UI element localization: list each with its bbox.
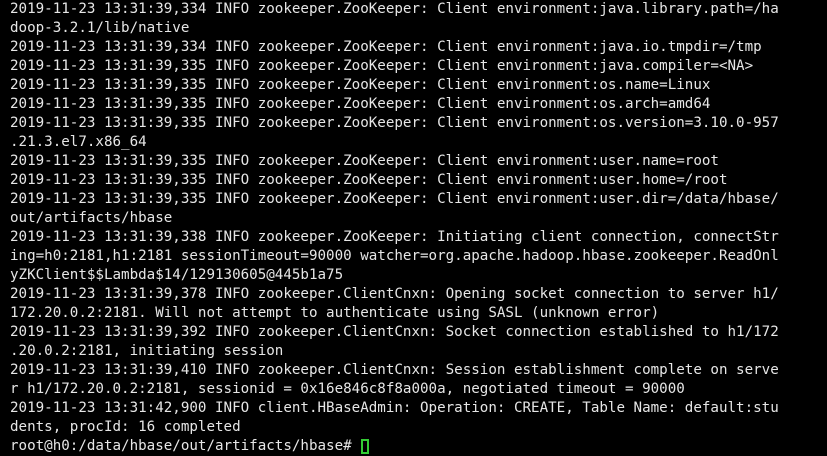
output-line: 2019-11-23 13:31:39,335 INFO zookeeper.Z…: [10, 191, 779, 207]
scrollbar[interactable]: [821, 0, 827, 456]
output-line: 2019-11-23 13:31:39,335 INFO zookeeper.Z…: [10, 58, 754, 74]
output-line: 2019-11-23 13:31:39,410 INFO zookeeper.C…: [10, 362, 779, 378]
terminal-output: 2019-11-23 13:31:39,334 INFO zookeeper.Z…: [10, 0, 827, 437]
output-line: 2019-11-23 13:31:39,335 INFO zookeeper.Z…: [10, 115, 779, 131]
output-line: doop-3.2.1/lib/native: [10, 20, 190, 36]
output-line: yZKClient$$Lambda$14/129130605@445b1a75: [10, 267, 344, 283]
shell-prompt: root@h0:/data/hbase/out/artifacts/hbase#: [10, 438, 361, 454]
output-line: 2019-11-23 13:31:39,392 INFO zookeeper.C…: [10, 324, 779, 340]
prompt-line[interactable]: root@h0:/data/hbase/out/artifacts/hbase#: [10, 437, 827, 456]
output-line: 2019-11-23 13:31:39,335 INFO zookeeper.Z…: [10, 96, 711, 112]
output-line: 2019-11-23 13:31:42,900 INFO client.HBas…: [10, 400, 779, 416]
output-line: 2019-11-23 13:31:39,335 INFO zookeeper.Z…: [10, 172, 728, 188]
output-line: .20.0.2:2181, initiating session: [10, 343, 284, 359]
output-line: r h1/172.20.0.2:2181, sessionid = 0x16e8…: [10, 381, 685, 397]
output-line: out/artifacts/hbase: [10, 210, 173, 226]
cursor-block: [361, 439, 370, 454]
output-line: 2019-11-23 13:31:39,378 INFO zookeeper.C…: [10, 286, 779, 302]
output-line: 2019-11-23 13:31:39,334 INFO zookeeper.Z…: [10, 39, 762, 55]
output-line: ing=h0:2181,h1:2181 sessionTimeout=90000…: [10, 248, 779, 264]
terminal-window[interactable]: 2019-11-23 13:31:39,334 INFO zookeeper.Z…: [0, 0, 827, 456]
output-line: dents, procId: 16 completed: [10, 419, 241, 435]
output-line: 172.20.0.2:2181. Will not attempt to aut…: [10, 305, 660, 321]
output-line: 2019-11-23 13:31:39,338 INFO zookeeper.Z…: [10, 229, 779, 245]
output-line: 2019-11-23 13:31:39,334 INFO zookeeper.Z…: [10, 1, 779, 17]
output-line: 2019-11-23 13:31:39,335 INFO zookeeper.Z…: [10, 77, 711, 93]
output-line: 2019-11-23 13:31:39,335 INFO zookeeper.Z…: [10, 153, 719, 169]
output-line: .21.3.el7.x86_64: [10, 134, 147, 150]
